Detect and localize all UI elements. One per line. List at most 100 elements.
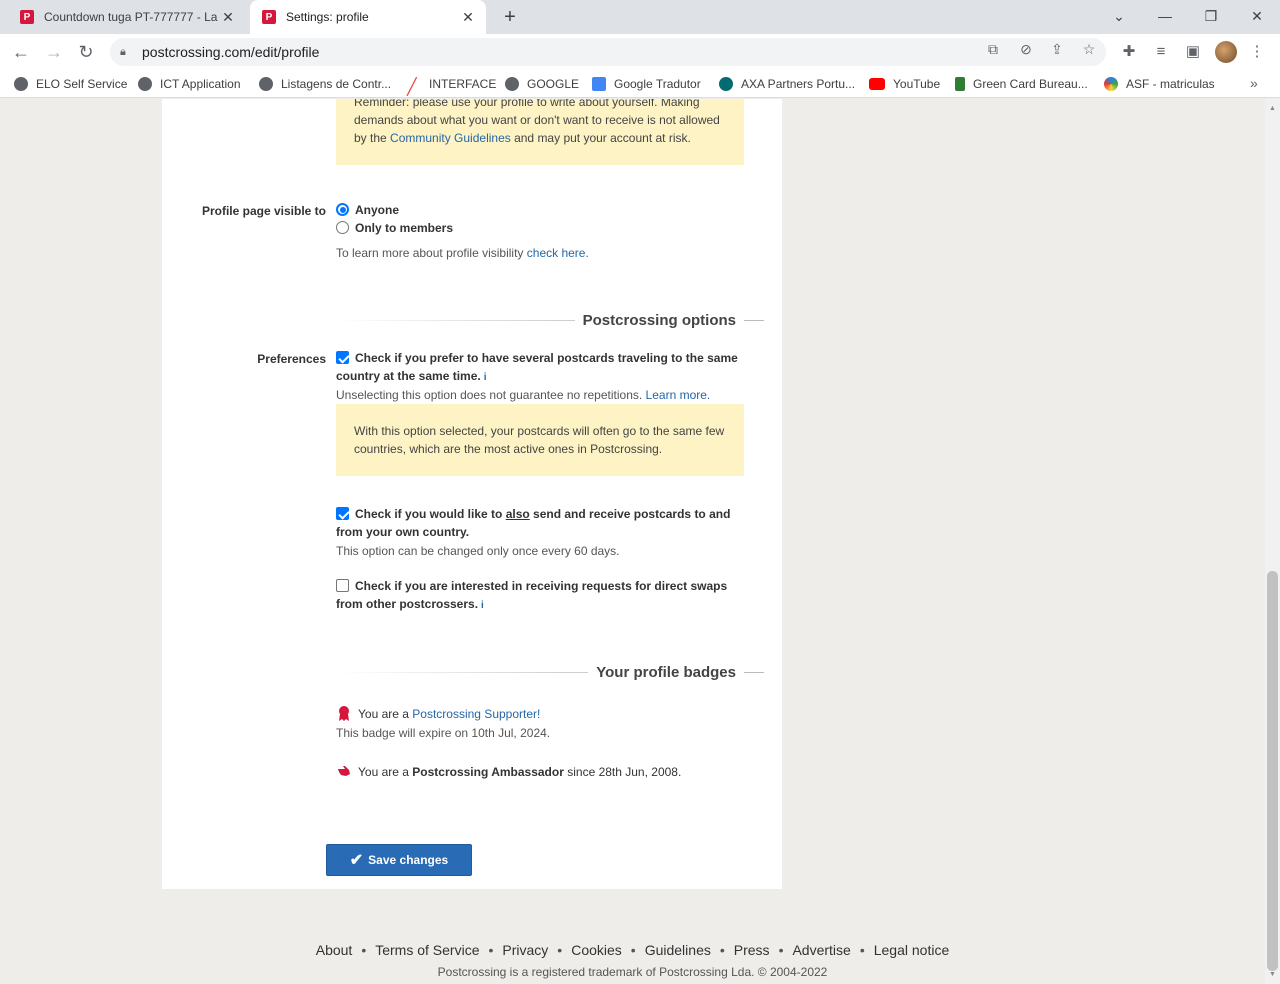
scroll-up-icon[interactable]: ▲: [1269, 105, 1276, 112]
check-here-link[interactable]: check here.: [527, 246, 589, 260]
pref2-help: This option can be changed only once eve…: [336, 544, 620, 558]
bookmark-youtube[interactable]: YouTube: [869, 76, 940, 92]
divider: [336, 672, 589, 673]
avatar[interactable]: [1215, 41, 1237, 63]
radio-only-members[interactable]: Only to members: [336, 219, 453, 237]
radio-anyone[interactable]: Anyone: [336, 201, 399, 219]
footer-link-guidelines[interactable]: Guidelines: [645, 942, 711, 958]
hand-badge-icon: [338, 766, 350, 776]
badge-text: You are a: [358, 707, 413, 721]
pref-text: country at the same time.: [336, 369, 481, 383]
bookmarks-bar: ELO Self Service ICT Application Listage…: [0, 70, 1280, 98]
reminder-text: by the: [354, 131, 391, 145]
globe-icon: [259, 77, 273, 91]
bookmark-google[interactable]: GOOGLE: [505, 76, 579, 92]
profile-badges-heading: Your profile badges: [336, 664, 764, 681]
postcrossing-supporter-link[interactable]: Postcrossing Supporter!: [412, 707, 540, 721]
back-icon[interactable]: ←: [9, 40, 33, 64]
close-icon[interactable]: ✕: [460, 9, 476, 26]
footer-link-cookies[interactable]: Cookies: [571, 942, 622, 958]
extensions-icon[interactable]: ✚: [1119, 42, 1139, 62]
reminder-line-2: demands about what you want or don't wan…: [354, 113, 720, 127]
footer-link-press[interactable]: Press: [734, 942, 770, 958]
pref-text: Check if you would like to: [355, 507, 506, 521]
footer-link-advertise[interactable]: Advertise: [792, 942, 850, 958]
bookmark-asf[interactable]: ASF - matriculas: [1104, 76, 1215, 92]
share-icon[interactable]: ⇪: [1048, 40, 1066, 58]
globe-icon: [138, 77, 152, 91]
scroll-down-icon[interactable]: ▼: [1269, 971, 1276, 978]
close-icon[interactable]: ✕: [220, 9, 236, 26]
new-tab-icon[interactable]: +: [498, 5, 522, 29]
tab-title: Countdown tuga PT-777777 - La: [44, 10, 218, 24]
pref-direct-swaps[interactable]: Check if you are interested in receiving…: [336, 577, 746, 615]
footer-link-privacy[interactable]: Privacy: [502, 942, 548, 958]
minimize-icon[interactable]: —: [1151, 4, 1179, 28]
badge-text-bold: Postcrossing Ambassador: [412, 765, 564, 779]
info-icon[interactable]: i: [484, 372, 487, 383]
pref-text: from other postcrossers.: [336, 597, 479, 611]
help-text: To learn more about profile visibility: [336, 246, 527, 260]
forward-icon[interactable]: →: [42, 40, 66, 64]
pref-text: Check if you prefer to have several post…: [355, 351, 738, 365]
eye-off-icon[interactable]: ⊘: [1017, 40, 1035, 58]
tab-countdown[interactable]: P Countdown tuga PT-777777 - La ✕: [8, 0, 246, 34]
tab-search-icon[interactable]: ⌄: [1105, 4, 1133, 28]
globe-icon: [14, 77, 28, 91]
learn-more-link[interactable]: Learn more.: [646, 388, 711, 402]
divider: [336, 320, 575, 321]
side-panel-icon[interactable]: ▣: [1183, 42, 1203, 62]
supporter-expiry: This badge will expire on 10th Jul, 2024…: [336, 726, 551, 740]
bookmark-elo[interactable]: ELO Self Service: [14, 76, 127, 92]
pref-own-country[interactable]: Check if you would like to also send and…: [336, 505, 746, 541]
bookmark-label: Google Tradutor: [614, 77, 701, 91]
close-window-icon[interactable]: ✕: [1243, 4, 1271, 28]
postcrossing-favicon-icon: P: [20, 10, 34, 24]
star-icon[interactable]: ☆: [1080, 40, 1098, 58]
sharepoint-icon: [719, 77, 733, 91]
bookmark-ict[interactable]: ICT Application: [138, 76, 241, 92]
separator: •: [361, 942, 367, 958]
pref-several-postcards[interactable]: Check if you prefer to have several post…: [336, 349, 746, 387]
radio-button[interactable]: [336, 221, 349, 234]
page-scrollbar[interactable]: ▲ ▼: [1265, 99, 1280, 984]
bookmark-label: AXA Partners Portu...: [741, 77, 856, 91]
separator: •: [557, 942, 563, 958]
restore-icon[interactable]: ❐: [1197, 4, 1225, 28]
bookmark-axa[interactable]: AXA Partners Portu...: [719, 76, 855, 92]
reload-icon[interactable]: ↻: [74, 40, 98, 64]
section-title: Postcrossing options: [582, 312, 736, 329]
checkbox[interactable]: [336, 507, 349, 520]
checkbox[interactable]: [336, 351, 349, 364]
separator: •: [630, 942, 636, 958]
address-bar[interactable]: 🔒︎ postcrossing.com/edit/profile: [110, 38, 1106, 66]
lock-icon[interactable]: 🔒︎: [120, 46, 132, 59]
info-icon[interactable]: i: [481, 600, 484, 611]
tab-settings-profile[interactable]: P Settings: profile ✕: [250, 0, 486, 34]
separator: •: [719, 942, 725, 958]
reminder-line-1: Reminder: please use your profile to wri…: [354, 99, 700, 109]
divider: [744, 320, 764, 321]
bookmark-green-card[interactable]: Green Card Bureau...: [955, 76, 1088, 92]
community-guidelines-link[interactable]: Community Guidelines: [390, 131, 511, 145]
scroll-thumb[interactable]: [1267, 571, 1278, 971]
reminder-line-3: by the Community Guidelines and may put …: [354, 129, 726, 147]
help-text: Unselecting this option does not guarant…: [336, 388, 646, 402]
footer-link-terms[interactable]: Terms of Service: [375, 942, 479, 958]
radio-button[interactable]: [336, 203, 349, 216]
save-changes-button[interactable]: ✔ Save changes: [326, 844, 472, 876]
visibility-help: To learn more about profile visibility c…: [336, 246, 589, 260]
bookmark-google-tradutor[interactable]: Google Tradutor: [592, 76, 701, 92]
bookmark-interface[interactable]: ╱ INTERFACE: [407, 76, 496, 96]
bookmark-listagens[interactable]: Listagens de Contr...: [259, 76, 391, 92]
media-icon[interactable]: ≡: [1151, 42, 1171, 62]
pref1-note: With this option selected, your postcard…: [336, 404, 744, 476]
translate-icon[interactable]: ⧉: [984, 40, 1002, 58]
menu-icon[interactable]: ⋮: [1247, 42, 1267, 62]
footer-link-legal[interactable]: Legal notice: [874, 942, 950, 958]
footer-links: About • Terms of Service • Privacy • Cookies • G…: [0, 942, 1265, 958]
chevron-right-icon[interactable]: »: [1250, 75, 1258, 91]
translate-icon: [592, 77, 606, 91]
footer-link-about[interactable]: About: [316, 942, 353, 958]
checkbox[interactable]: [336, 579, 349, 592]
